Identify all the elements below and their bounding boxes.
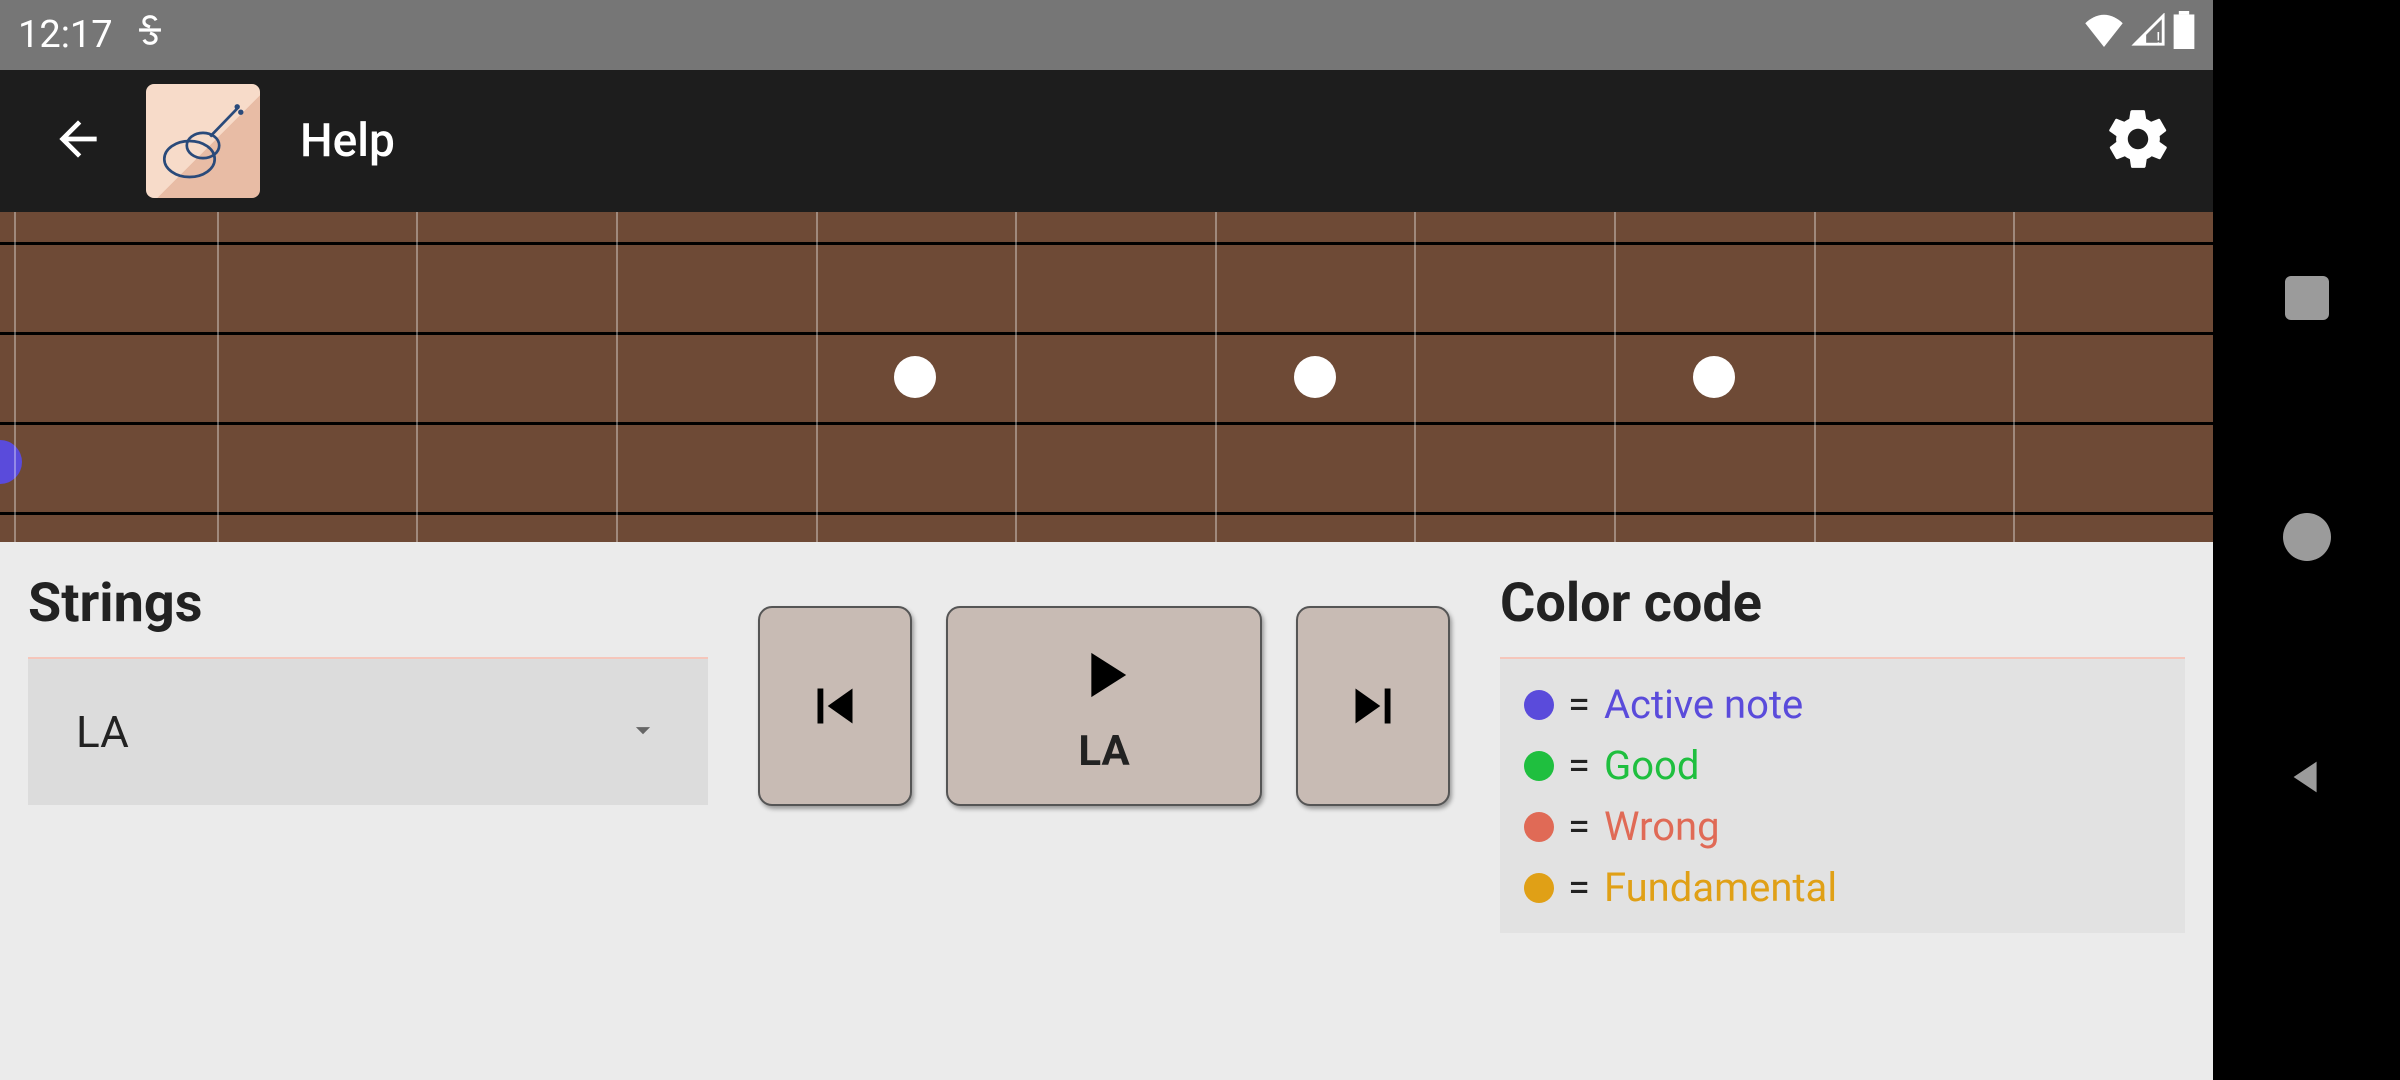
wifi-icon [2083, 13, 2125, 57]
nav-recent-button[interactable] [2285, 276, 2329, 320]
strings-selected-value: LA [76, 706, 129, 758]
color-code-section: Color code = Active note = Good = Wrong … [1500, 572, 2185, 933]
app-icon [146, 84, 260, 198]
strikethrough-s-icon [135, 13, 165, 57]
fretboard[interactable] [0, 212, 2213, 542]
color-dot [1524, 690, 1554, 720]
nav-back-button[interactable] [2284, 754, 2330, 804]
previous-button[interactable] [758, 606, 912, 806]
playback-controls: LA [758, 572, 1450, 933]
app-bar: Help [0, 70, 2213, 212]
settings-button[interactable] [2103, 104, 2173, 178]
chevron-down-icon [626, 713, 660, 751]
color-dot [1524, 751, 1554, 781]
play-button[interactable]: LA [946, 606, 1262, 806]
page-title: Help [300, 114, 395, 168]
color-code-item: = Wrong [1524, 803, 2161, 850]
play-button-label: LA [1078, 727, 1129, 776]
status-time: 12:17 [18, 13, 113, 57]
svg-text:!: ! [2156, 29, 2160, 47]
strings-dropdown[interactable]: LA [28, 659, 708, 805]
color-code-title: Color code [1500, 572, 2185, 635]
battery-icon [2173, 11, 2195, 59]
status-bar: 12:17 ! [0, 0, 2213, 70]
strings-title: Strings [28, 572, 708, 635]
color-dot [1524, 873, 1554, 903]
android-nav-bar [2213, 0, 2400, 1080]
back-button[interactable] [50, 111, 106, 171]
active-note-marker [0, 440, 22, 484]
next-button[interactable] [1296, 606, 1450, 806]
color-code-item: = Active note [1524, 681, 2161, 728]
color-label: Fundamental [1604, 864, 1837, 911]
color-code-item: = Good [1524, 742, 2161, 789]
signal-icon: ! [2131, 13, 2167, 57]
strings-section: Strings LA [28, 572, 708, 933]
color-dot [1524, 812, 1554, 842]
color-label: Wrong [1604, 803, 1720, 850]
color-code-item: = Fundamental [1524, 864, 2161, 911]
color-code-list: = Active note = Good = Wrong = Fundament… [1500, 659, 2185, 933]
color-label: Active note [1604, 681, 1803, 728]
nav-home-button[interactable] [2283, 513, 2331, 561]
color-label: Good [1604, 742, 1699, 789]
